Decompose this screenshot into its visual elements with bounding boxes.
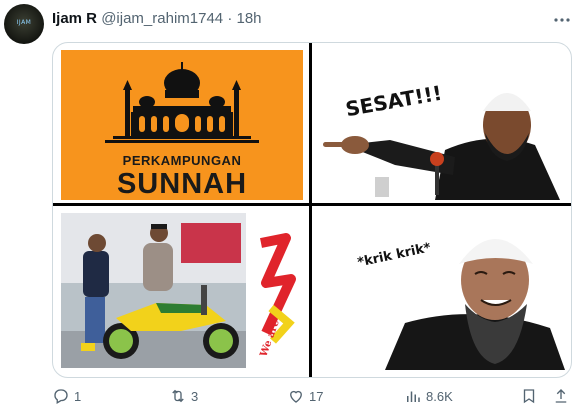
- share-icon: [555, 389, 567, 403]
- bookmark-icon: [523, 389, 535, 404]
- bookmark-button[interactable]: [520, 386, 542, 406]
- heart-icon: [290, 390, 302, 403]
- smiling-man-panel: *krik krik*: [315, 208, 567, 370]
- retweet-icon: [172, 389, 184, 403]
- panel-title-line2: SUNNAH: [116, 168, 248, 200]
- more-options-icon[interactable]: [552, 10, 572, 30]
- reply-count: 1: [74, 388, 82, 404]
- view-count: 8.6K: [426, 388, 453, 404]
- tweet-media[interactable]: PERKAMPUNGAN SUNNAH SESAT!!! We are *kri…: [52, 42, 572, 378]
- mosque-illustration: [105, 62, 259, 143]
- speaker-photo: [323, 93, 560, 200]
- share-button[interactable]: [552, 386, 574, 406]
- vertical-divider: [309, 43, 312, 377]
- retweet-button[interactable]: 3: [169, 386, 198, 406]
- separator-dot: ·: [227, 10, 233, 27]
- tweet-actions: 1 3 17 8.6K: [52, 386, 570, 406]
- avatar-text: IJAM: [16, 19, 32, 26]
- horizontal-divider: [53, 203, 571, 206]
- reply-button[interactable]: 1: [52, 386, 81, 406]
- perkampungan-sunnah-panel: PERKAMPUNGAN SUNNAH: [61, 50, 303, 200]
- author-name[interactable]: Ijam R: [52, 10, 97, 27]
- like-button[interactable]: 17: [287, 386, 323, 406]
- avatar[interactable]: IJAM: [4, 4, 44, 44]
- views-icon: [407, 391, 420, 402]
- smiling-man-photo: [385, 239, 565, 370]
- like-count: 17: [309, 388, 324, 404]
- panel-title-line1: PERKAMPUNGAN: [122, 153, 242, 168]
- views-button[interactable]: 8.6K: [404, 386, 453, 406]
- tweet-header: Ijam R @ijam_rahim1744 · 18h: [52, 9, 262, 29]
- speaker-pointing-panel: SESAT!!!: [315, 45, 567, 200]
- reply-icon: [54, 389, 68, 404]
- author-handle[interactable]: @ijam_rahim1744: [101, 10, 223, 27]
- motorcycle-panel: We are: [61, 213, 305, 368]
- tweet-time[interactable]: 18h: [236, 10, 261, 27]
- retweet-count: 3: [191, 388, 199, 404]
